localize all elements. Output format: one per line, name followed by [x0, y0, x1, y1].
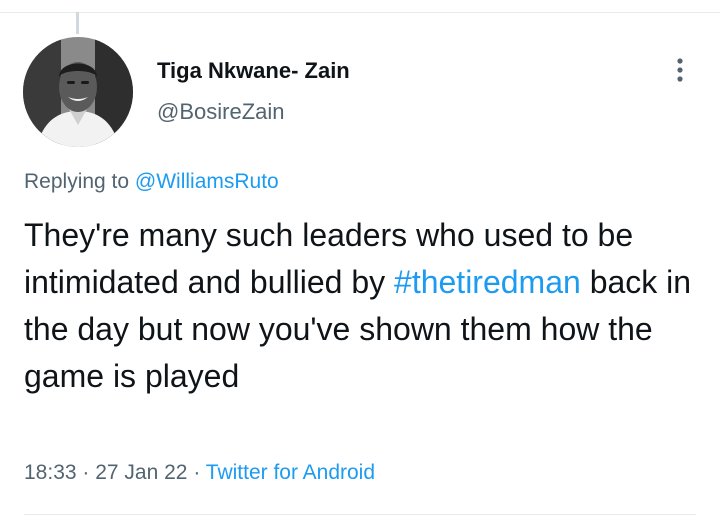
- profile-photo: [23, 37, 133, 147]
- thread-connector-line: [76, 12, 79, 34]
- replying-to-line: Replying to @WilliamsRuto: [24, 170, 279, 194]
- tweet-date[interactable]: 27 Jan 22: [95, 461, 187, 484]
- tweet-time[interactable]: 18:33: [24, 461, 77, 484]
- tweet-metadata: 18:33 · 27 Jan 22 · Twitter for Android: [24, 461, 375, 485]
- bottom-divider: [24, 514, 696, 515]
- meta-separator-2: ·: [187, 461, 206, 484]
- tweet-source[interactable]: Twitter for Android: [206, 461, 375, 484]
- more-vertical-icon[interactable]: [670, 56, 690, 84]
- replying-to-mention[interactable]: @WilliamsRuto: [135, 170, 279, 193]
- avatar[interactable]: [23, 37, 133, 147]
- replying-prefix: Replying to: [24, 170, 135, 193]
- meta-separator-1: ·: [76, 461, 96, 484]
- author-handle[interactable]: @BosireZain: [157, 99, 285, 125]
- hashtag-link[interactable]: #thetiredman: [394, 264, 581, 300]
- author-name[interactable]: Tiga Nkwane- Zain: [157, 58, 350, 84]
- tweet-text: They're many such leaders who used to be…: [24, 212, 704, 400]
- top-divider: [0, 12, 720, 13]
